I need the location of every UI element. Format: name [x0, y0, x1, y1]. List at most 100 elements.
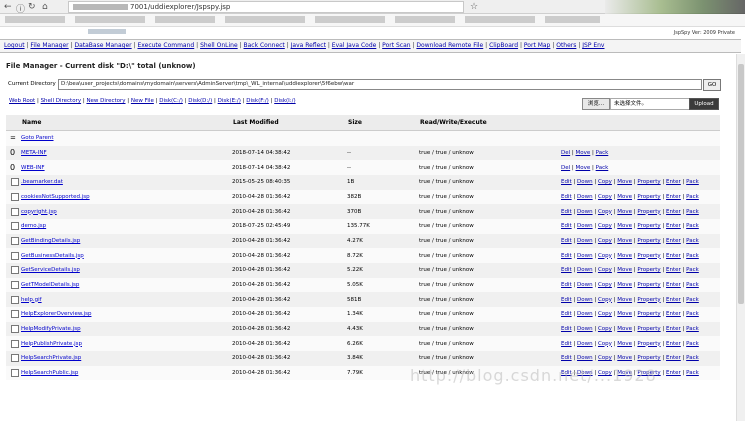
action-move-link[interactable]: Move — [617, 297, 632, 303]
menu-item-back-connect[interactable]: Back Connect — [244, 42, 285, 49]
menu-item-port-scan[interactable]: Port Scan — [382, 42, 410, 49]
action-edit-link[interactable]: Edit — [561, 194, 572, 200]
file-select-checkbox[interactable] — [11, 266, 19, 275]
bookmark-item[interactable] — [75, 16, 145, 23]
upload-file-input[interactable]: 未选择文件。 — [610, 98, 690, 110]
action-pack-link[interactable]: Pack — [686, 267, 699, 273]
action-down-link[interactable]: Down — [577, 355, 593, 361]
menu-item-java-reflect[interactable]: Java Reflect — [291, 42, 326, 49]
action-move-link[interactable]: Move — [617, 223, 632, 229]
action-pack-link[interactable]: Pack — [686, 282, 699, 288]
action-down-link[interactable]: Down — [577, 267, 593, 273]
action-copy-link[interactable]: Copy — [598, 326, 612, 332]
bookmark-item[interactable] — [155, 16, 215, 23]
action-pack-link[interactable]: Pack — [686, 253, 699, 259]
action-move-link[interactable]: Move — [617, 179, 632, 185]
file-name-link[interactable]: HelpExplorerOverview.jsp — [21, 311, 91, 317]
action-move-link[interactable]: Move — [617, 238, 632, 244]
action-enter-link[interactable]: Enter — [666, 355, 681, 361]
bookmark-item[interactable] — [315, 16, 385, 23]
action-copy-link[interactable]: Copy — [598, 209, 612, 215]
file-select-checkbox[interactable] — [11, 236, 19, 245]
action-del-link[interactable]: Del — [561, 165, 570, 171]
toolbar-link-new-directory[interactable]: New Directory — [86, 98, 125, 104]
go-button[interactable]: GO — [703, 79, 721, 91]
action-copy-link[interactable]: Copy — [598, 311, 612, 317]
toolbar-link-new-file[interactable]: New File — [131, 98, 154, 104]
action-property-link[interactable]: Property — [637, 253, 660, 259]
file-select-checkbox[interactable] — [11, 280, 19, 289]
file-select-checkbox[interactable] — [11, 354, 19, 363]
file-name-link[interactable]: copyright.jsp — [21, 209, 57, 215]
action-copy-link[interactable]: Copy — [598, 267, 612, 273]
action-pack-link[interactable]: Pack — [596, 165, 609, 171]
action-down-link[interactable]: Down — [577, 297, 593, 303]
action-pack-link[interactable]: Pack — [686, 370, 699, 376]
action-enter-link[interactable]: Enter — [666, 179, 681, 185]
action-enter-link[interactable]: Enter — [666, 253, 681, 259]
bookmark-item[interactable] — [545, 16, 600, 23]
menu-item-others[interactable]: Others — [556, 42, 576, 49]
menu-item-logout[interactable]: Logout — [4, 42, 25, 49]
bookmark-star-icon[interactable]: ☆ — [470, 2, 478, 12]
action-pack-link[interactable]: Pack — [686, 209, 699, 215]
action-property-link[interactable]: Property — [637, 282, 660, 288]
toolbar-link-disk-d-[interactable]: Disk(D:/) — [188, 98, 212, 104]
file-select-checkbox[interactable] — [11, 324, 19, 333]
toolbar-link-disk-i-[interactable]: Disk(I:/) — [274, 98, 295, 104]
file-name-link[interactable]: HelpSearchPrivate.jsp — [21, 355, 81, 361]
home-icon[interactable]: ⌂ — [42, 2, 48, 12]
file-select-checkbox[interactable] — [11, 339, 19, 348]
file-name-link[interactable]: .beamarker.dat — [21, 179, 63, 185]
bookmark-item[interactable] — [225, 16, 305, 23]
action-pack-link[interactable]: Pack — [686, 238, 699, 244]
action-property-link[interactable]: Property — [637, 238, 660, 244]
action-edit-link[interactable]: Edit — [561, 253, 572, 259]
action-enter-link[interactable]: Enter — [666, 194, 681, 200]
upload-button[interactable]: Upload — [689, 98, 719, 110]
action-property-link[interactable]: Property — [637, 311, 660, 317]
file-select-checkbox[interactable] — [11, 222, 19, 231]
action-pack-link[interactable]: Pack — [686, 355, 699, 361]
toolbar-link-disk-f-[interactable]: Disk(F:/) — [246, 98, 269, 104]
action-pack-link[interactable]: Pack — [686, 341, 699, 347]
file-select-checkbox[interactable] — [11, 178, 19, 187]
action-enter-link[interactable]: Enter — [666, 223, 681, 229]
vertical-scrollbar[interactable] — [736, 54, 745, 421]
file-name-link[interactable]: GetServiceDetails.jsp — [21, 267, 80, 273]
action-down-link[interactable]: Down — [577, 223, 593, 229]
file-select-checkbox[interactable] — [11, 192, 19, 201]
action-edit-link[interactable]: Edit — [561, 179, 572, 185]
toolbar-link-disk-e-[interactable]: Disk(E:/) — [218, 98, 241, 104]
action-edit-link[interactable]: Edit — [561, 326, 572, 332]
file-select-checkbox[interactable] — [11, 310, 19, 319]
toolbar-link-disk-c-[interactable]: Disk(C:/) — [159, 98, 183, 104]
action-pack-link[interactable]: Pack — [596, 150, 609, 156]
action-enter-link[interactable]: Enter — [666, 370, 681, 376]
action-move-link[interactable]: Move — [617, 194, 632, 200]
file-name-link[interactable]: GetBusinessDetails.jsp — [21, 253, 84, 259]
current-directory-input[interactable]: D:\bea\user_projects\domains\mydomain\se… — [58, 79, 702, 90]
file-name-link[interactable]: help.gif — [21, 297, 42, 303]
action-down-link[interactable]: Down — [577, 326, 593, 332]
file-name-link[interactable]: GetTModelDetails.jsp — [21, 282, 79, 288]
action-copy-link[interactable]: Copy — [598, 223, 612, 229]
action-property-link[interactable]: Property — [637, 355, 660, 361]
file-select-checkbox[interactable] — [11, 295, 19, 304]
toolbar-link-web-root[interactable]: Web Root — [9, 98, 35, 104]
action-down-link[interactable]: Down — [577, 282, 593, 288]
url-bar[interactable]: 7001/uddiexplorer/Jspspy.jsp — [68, 1, 464, 13]
action-move-link[interactable]: Move — [576, 150, 591, 156]
action-enter-link[interactable]: Enter — [666, 326, 681, 332]
back-arrow-icon[interactable]: ← — [4, 2, 12, 12]
menu-item-download-remote-file[interactable]: Download Remote File — [416, 42, 483, 49]
action-copy-link[interactable]: Copy — [598, 238, 612, 244]
file-name-link[interactable]: GetBindingDetails.jsp — [21, 238, 80, 244]
menu-item-eval-java-code[interactable]: Eval Java Code — [332, 42, 377, 49]
action-edit-link[interactable]: Edit — [561, 297, 572, 303]
menu-item-shell-online[interactable]: Shell OnLine — [200, 42, 238, 49]
action-down-link[interactable]: Down — [577, 311, 593, 317]
action-copy-link[interactable]: Copy — [598, 341, 612, 347]
blurred-header-link[interactable] — [88, 29, 126, 34]
action-property-link[interactable]: Property — [637, 194, 660, 200]
